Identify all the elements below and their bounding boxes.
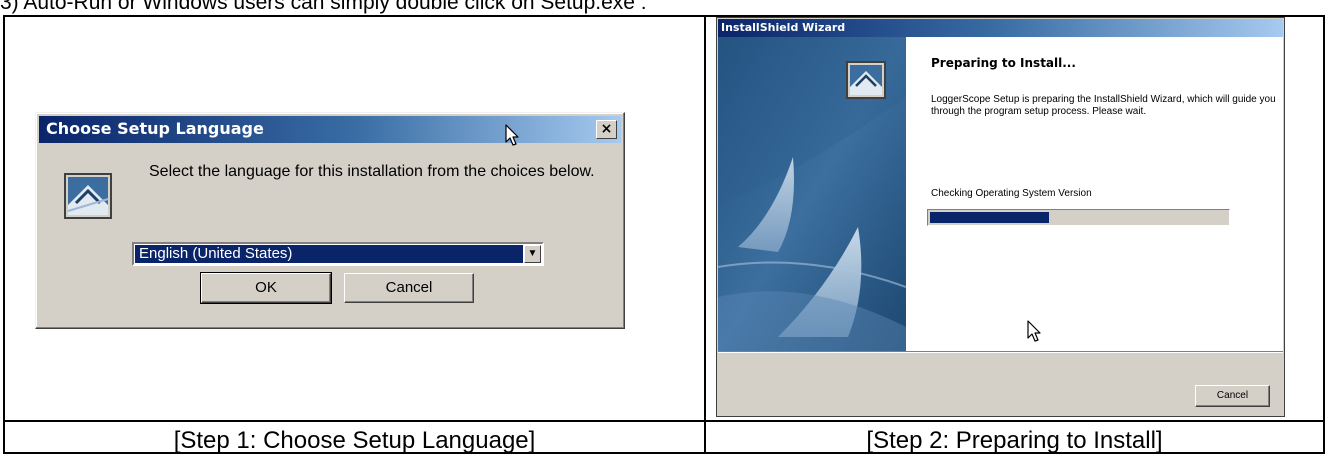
- wizard-footer: Cancel: [718, 351, 1283, 416]
- dropdown-button[interactable]: ▼: [524, 245, 541, 263]
- dialog-title-bar[interactable]: Choose Setup Language ×: [39, 116, 621, 143]
- installshield-icon: [846, 61, 886, 99]
- step2-caption: [Step 2: Preparing to Install]: [866, 427, 1163, 454]
- table-divider-vertical: [704, 15, 706, 454]
- progress-bar: [927, 209, 1230, 226]
- ok-button[interactable]: OK: [200, 272, 332, 304]
- mouse-cursor-icon: [1027, 320, 1041, 342]
- selected-language[interactable]: English (United States): [135, 245, 523, 263]
- instruction-heading: 3) Auto-Run or Windows users can simply …: [0, 0, 647, 14]
- wizard-description: LoggerScope Setup is preparing the Insta…: [931, 94, 1276, 117]
- mouse-cursor-icon: [505, 124, 519, 146]
- progress-status: Checking Operating System Version: [931, 188, 1092, 199]
- language-prompt: Select the language for this installatio…: [149, 163, 595, 180]
- document-page: 3) Auto-Run or Windows users can simply …: [0, 0, 1331, 456]
- wizard-title: InstallShield Wizard: [721, 21, 846, 34]
- step1-caption: [Step 1: Choose Setup Language]: [173, 427, 536, 454]
- wizard-cancel-button[interactable]: Cancel: [1195, 385, 1270, 407]
- choose-language-dialog: Choose Setup Language × Select the langu…: [35, 112, 625, 329]
- dialog-title: Choose Setup Language: [46, 119, 264, 138]
- close-icon: ×: [600, 121, 613, 137]
- cancel-button[interactable]: Cancel: [344, 273, 474, 303]
- progress-fill: [930, 212, 1049, 223]
- chevron-down-icon: ▼: [527, 248, 538, 259]
- installshield-wizard-dialog: InstallShield Wizard Preparing to Instal…: [716, 17, 1285, 417]
- wizard-heading: Preparing to Install...: [931, 56, 1076, 70]
- wizard-content-panel: Preparing to Install... LoggerScope Setu…: [906, 37, 1283, 351]
- installshield-icon: [64, 173, 112, 219]
- close-button[interactable]: ×: [596, 120, 617, 139]
- language-select[interactable]: English (United States) ▼: [132, 242, 544, 266]
- wizard-title-bar[interactable]: InstallShield Wizard: [718, 19, 1283, 37]
